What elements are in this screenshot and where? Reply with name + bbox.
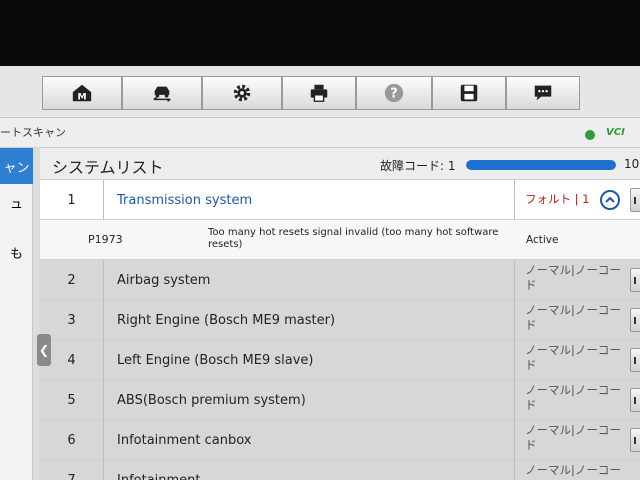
row-action-button[interactable] bbox=[630, 348, 640, 372]
pause-icon bbox=[634, 277, 640, 284]
row-action-button[interactable] bbox=[630, 388, 640, 412]
vci-status: VCI bbox=[606, 127, 625, 138]
pause-icon bbox=[634, 397, 640, 404]
save-icon bbox=[460, 84, 478, 102]
gear-icon bbox=[233, 84, 251, 102]
settings-button[interactable] bbox=[202, 76, 282, 110]
breadcrumb-bar: ートスキャン VCI bbox=[0, 118, 640, 148]
system-name: Right Engine (Bosch ME9 master) bbox=[117, 312, 336, 328]
table-row[interactable]: 6 Infotainment canbox ノーマル|ノーコード bbox=[40, 420, 640, 460]
help-icon: ? bbox=[384, 83, 404, 103]
system-name: Infotainment canbox bbox=[117, 432, 252, 448]
panel-header: システムリスト 故障コード: 1 100 bbox=[40, 148, 640, 180]
table-row[interactable]: 1 Transmission system フォルト | 1 bbox=[40, 180, 640, 220]
table-row[interactable]: 4 Left Engine (Bosch ME9 slave) ノーマル|ノーコ… bbox=[40, 340, 640, 380]
row-number: 6 bbox=[40, 420, 104, 460]
collapse-button[interactable] bbox=[600, 190, 620, 210]
print-button[interactable] bbox=[282, 76, 356, 110]
system-status: ノーマル|ノーコード bbox=[514, 260, 624, 300]
sidebar-item-label: ュ bbox=[9, 196, 23, 212]
dtc-state: Active bbox=[526, 234, 559, 246]
row-number: 2 bbox=[40, 260, 104, 300]
save-button[interactable] bbox=[432, 76, 506, 110]
system-status: ノーマル|ノーコード bbox=[514, 460, 624, 480]
chevron-left-icon: ❮ bbox=[38, 343, 50, 357]
sidebar-item-label: も bbox=[9, 246, 23, 262]
dtc-description: Too many hot resets signal invalid (too … bbox=[208, 227, 499, 250]
sidebar-collapse-handle[interactable]: ❮ bbox=[37, 334, 51, 366]
system-list-panel: システムリスト 故障コード: 1 100 1 Transmission syst… bbox=[40, 148, 640, 480]
row-action-button[interactable] bbox=[630, 428, 640, 452]
sidebar-item-autoscan[interactable]: ャン bbox=[0, 148, 33, 184]
sidebar-item-label: ャン bbox=[3, 160, 30, 176]
page-title: システムリスト bbox=[52, 158, 164, 177]
chat-icon bbox=[534, 85, 552, 101]
app-screen: M ? ートスキャン VCI ャン ュ も システムリスト 故障コード: 1 1… bbox=[0, 66, 640, 480]
row-number: 7 bbox=[40, 460, 104, 480]
dtc-row: P1973 Too many hot resets signal invalid… bbox=[40, 220, 640, 260]
message-button[interactable] bbox=[506, 76, 580, 110]
table-row[interactable]: 5 ABS(Bosch premium system) ノーマル|ノーコード bbox=[40, 380, 640, 420]
pause-icon bbox=[634, 357, 640, 364]
sidebar: ャン ュ も bbox=[0, 148, 33, 480]
row-number: 5 bbox=[40, 380, 104, 420]
system-status: ノーマル|ノーコード bbox=[514, 380, 624, 420]
system-name: Transmission system bbox=[117, 192, 253, 208]
car-swap-icon bbox=[153, 86, 171, 102]
printer-icon bbox=[310, 84, 328, 102]
pause-icon bbox=[634, 317, 640, 324]
row-action-button[interactable] bbox=[630, 188, 640, 212]
system-status: ノーマル|ノーコード bbox=[514, 340, 624, 380]
pause-icon bbox=[634, 437, 640, 444]
table-row[interactable]: 7 Infotainment ノーマル|ノーコード bbox=[40, 460, 640, 480]
system-name: Left Engine (Bosch ME9 slave) bbox=[117, 352, 314, 368]
help-button[interactable]: ? bbox=[356, 76, 432, 110]
globe-icon bbox=[585, 130, 595, 140]
row-action-button[interactable] bbox=[630, 268, 640, 292]
fault-count: 故障コード: 1 bbox=[380, 159, 456, 173]
progress-fill bbox=[466, 160, 616, 170]
sidebar-item-function[interactable]: も bbox=[0, 234, 33, 270]
scan-progress-bar bbox=[466, 160, 616, 170]
system-status: ノーマル|ノーコード bbox=[514, 420, 624, 460]
table-row[interactable]: 2 Airbag system ノーマル|ノーコード bbox=[40, 260, 640, 300]
system-name: Airbag system bbox=[117, 272, 211, 288]
system-name: ABS(Bosch premium system) bbox=[117, 392, 306, 408]
home-button[interactable]: M bbox=[42, 76, 122, 110]
chevron-up-icon bbox=[605, 196, 615, 203]
sidebar-item-menu[interactable]: ュ bbox=[0, 184, 33, 220]
vehicle-swap-button[interactable] bbox=[122, 76, 202, 110]
svg-text:M: M bbox=[77, 91, 86, 102]
svg-text:?: ? bbox=[390, 87, 397, 102]
home-icon: M bbox=[72, 84, 92, 102]
row-number: 1 bbox=[40, 180, 104, 220]
dtc-code: P1973 bbox=[88, 233, 123, 246]
table-row[interactable]: 3 Right Engine (Bosch ME9 master) ノーマル|ノ… bbox=[40, 300, 640, 340]
row-action-button[interactable] bbox=[630, 308, 640, 332]
breadcrumb: ートスキャン bbox=[0, 126, 66, 139]
progress-percent: 100 bbox=[624, 157, 640, 171]
toolbar: M ? bbox=[0, 66, 640, 118]
system-name: Infotainment bbox=[117, 472, 201, 480]
pause-icon bbox=[634, 197, 640, 204]
system-status: ノーマル|ノーコード bbox=[514, 300, 624, 340]
